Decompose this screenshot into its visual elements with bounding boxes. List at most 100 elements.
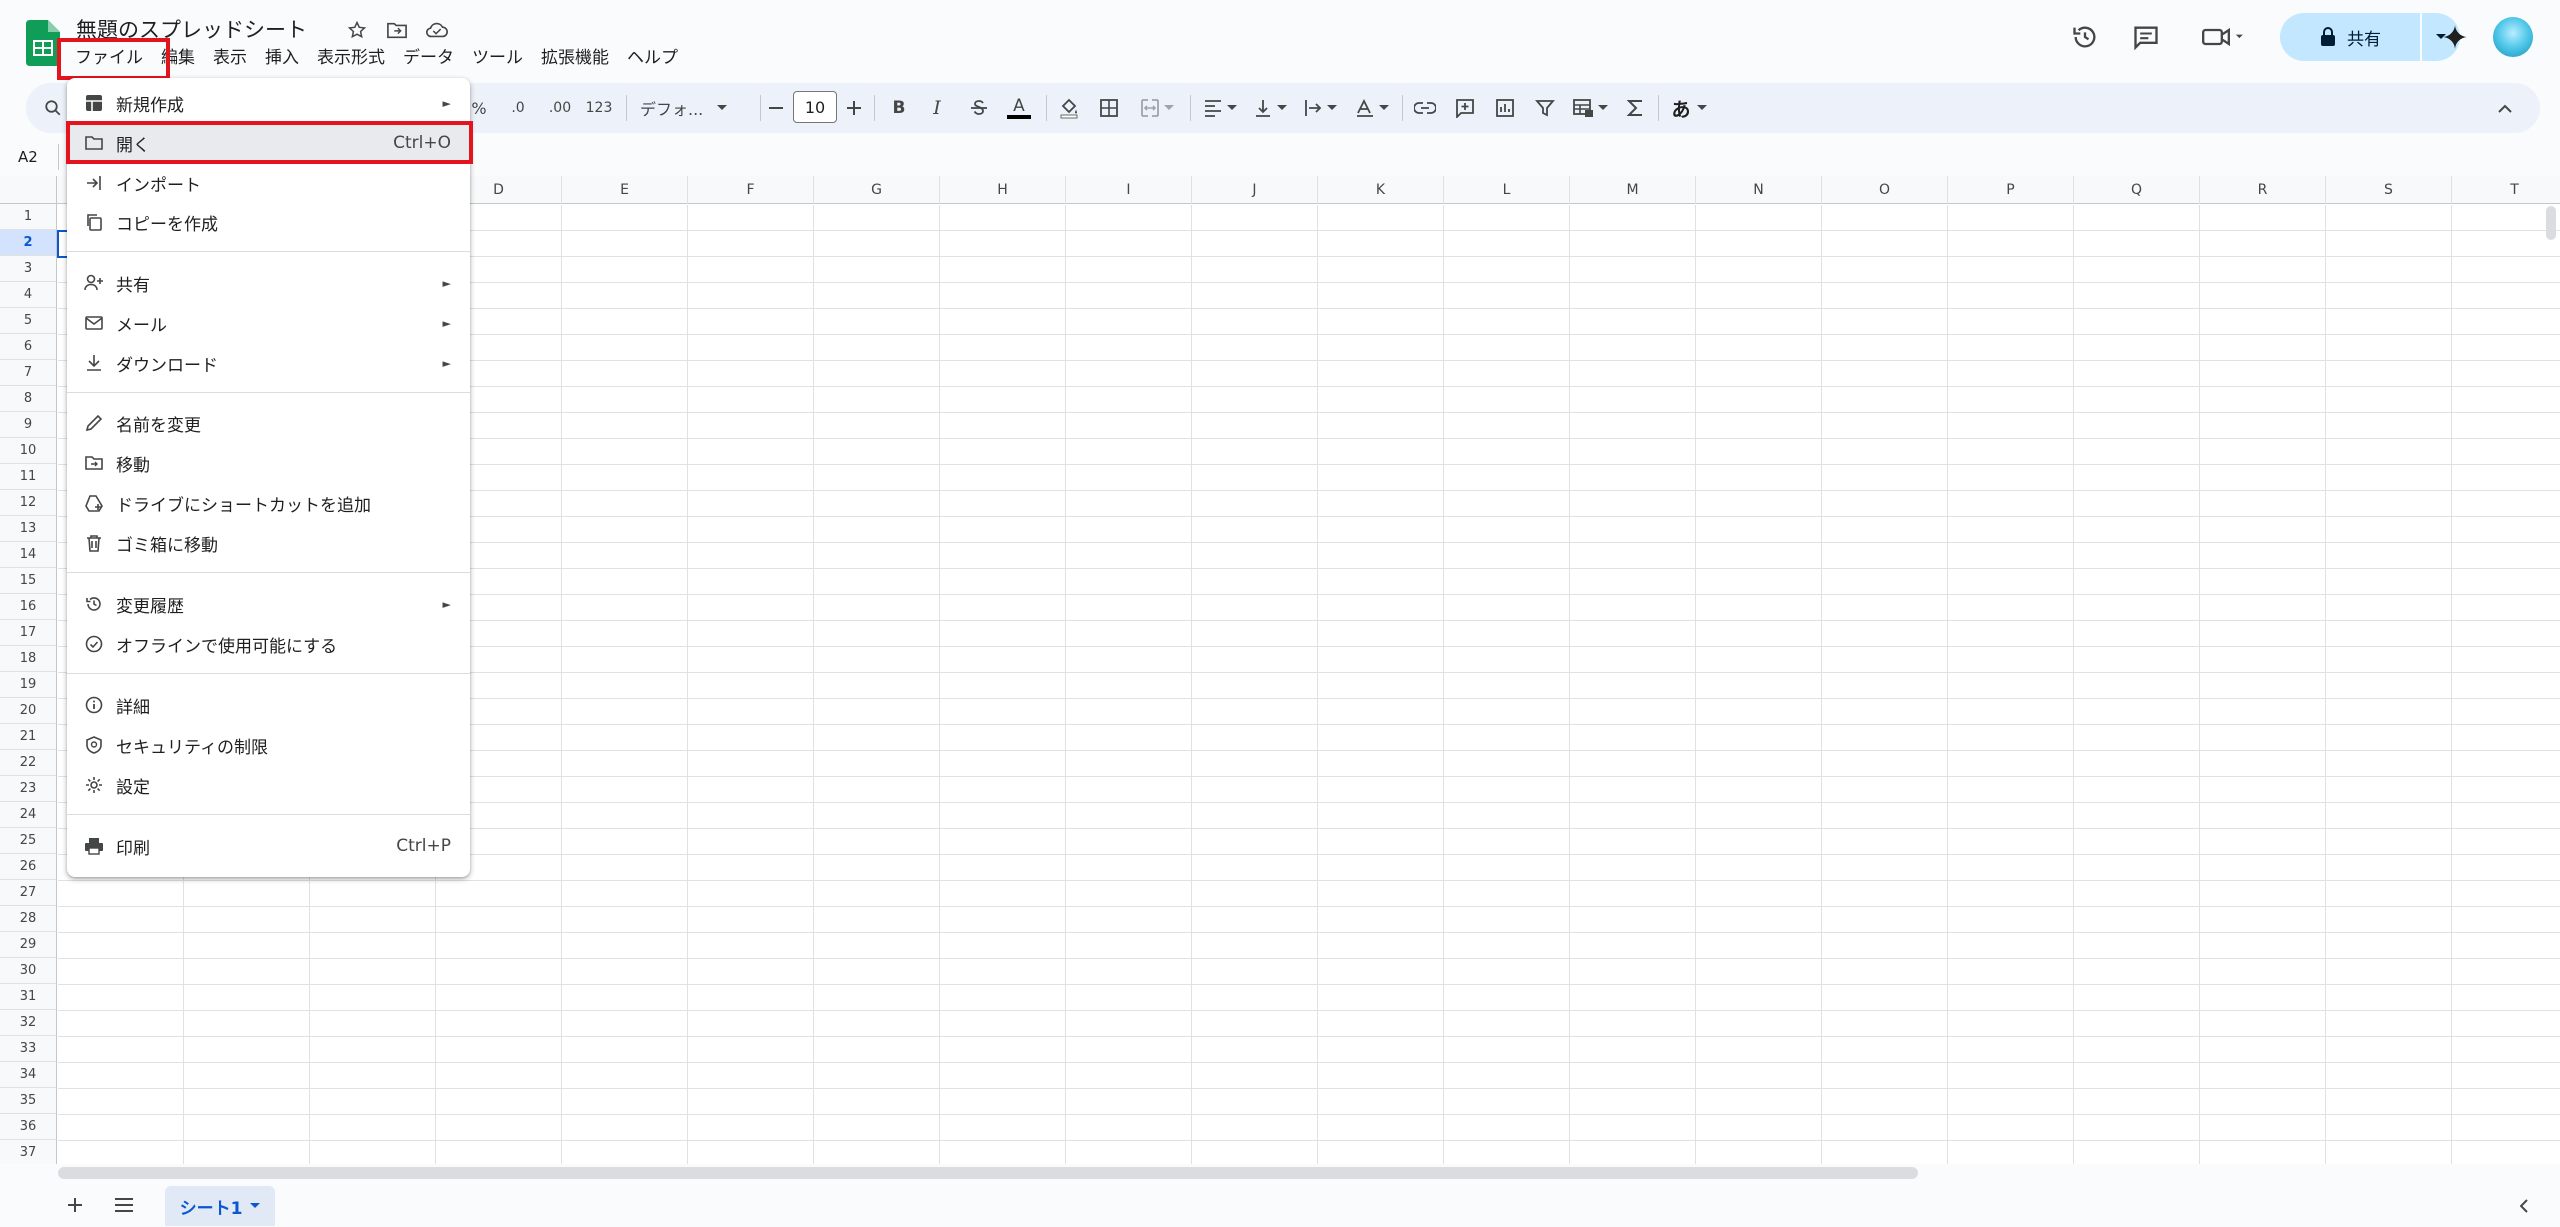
sheets-logo-icon[interactable] — [26, 20, 60, 66]
row-header[interactable]: 25 — [0, 828, 56, 854]
move-folder-icon[interactable] — [385, 18, 409, 42]
row-header[interactable]: 16 — [0, 594, 56, 620]
row-header[interactable]: 19 — [0, 672, 56, 698]
insert-link-icon[interactable] — [1412, 91, 1438, 125]
all-sheets-menu-icon[interactable] — [111, 1192, 137, 1218]
gemini-sparkle-icon[interactable] — [2433, 15, 2477, 59]
insert-comment-icon[interactable] — [1452, 91, 1478, 125]
font-family-select[interactable]: デフォ... — [640, 91, 752, 125]
column-header[interactable]: N — [1696, 176, 1822, 204]
merge-cells-icon[interactable] — [1134, 91, 1180, 125]
fill-color-icon[interactable] — [1056, 91, 1082, 125]
menu-item-offline[interactable]: オフラインで使用可能にする — [67, 625, 470, 663]
menu-item-trash[interactable]: ゴミ箱に移動 — [67, 524, 470, 562]
menu-item-details[interactable]: 詳細 — [67, 686, 470, 724]
font-size-input[interactable]: 10 — [793, 91, 837, 123]
menu-help[interactable]: ヘルプ — [618, 46, 687, 70]
vertical-scrollbar[interactable] — [2546, 206, 2556, 240]
share-button[interactable]: 共有 — [2280, 13, 2420, 61]
row-header[interactable]: 4 — [0, 282, 56, 308]
vertical-align-icon[interactable] — [1250, 91, 1290, 125]
user-avatar[interactable] — [2493, 17, 2533, 57]
menu-format[interactable]: 表示形式 — [308, 46, 394, 70]
column-header[interactable]: E — [562, 176, 688, 204]
horizontal-align-icon[interactable] — [1200, 91, 1240, 125]
row-header[interactable]: 22 — [0, 750, 56, 776]
column-header[interactable]: P — [1948, 176, 2074, 204]
text-wrapping-icon[interactable] — [1300, 91, 1340, 125]
row-header[interactable]: 12 — [0, 490, 56, 516]
row-header[interactable]: 1 — [0, 204, 56, 230]
explore-chevron-left-icon[interactable] — [2514, 1196, 2534, 1216]
row-header[interactable]: 21 — [0, 724, 56, 750]
increase-font-size-icon[interactable] — [842, 91, 866, 125]
row-header[interactable]: 10 — [0, 438, 56, 464]
menu-item-rename[interactable]: 名前を変更 — [67, 404, 470, 442]
column-header[interactable]: K — [1318, 176, 1444, 204]
menu-item-new[interactable]: 新規作成 ► — [67, 84, 470, 122]
row-header[interactable]: 28 — [0, 906, 56, 932]
menu-data[interactable]: データ — [394, 46, 463, 70]
row-header[interactable]: 26 — [0, 854, 56, 880]
column-header[interactable]: H — [940, 176, 1066, 204]
add-sheet-icon[interactable] — [62, 1192, 88, 1218]
menu-insert[interactable]: 挿入 — [256, 46, 308, 70]
menu-item-settings[interactable]: 設定 — [67, 766, 470, 804]
row-header[interactable]: 18 — [0, 646, 56, 672]
version-history-icon[interactable] — [2063, 15, 2107, 59]
row-header[interactable]: 27 — [0, 880, 56, 906]
select-all-corner[interactable] — [0, 176, 57, 204]
menu-item-share[interactable]: 共有 ► — [67, 264, 470, 302]
row-header[interactable]: 7 — [0, 360, 56, 386]
row-header[interactable]: 29 — [0, 932, 56, 958]
column-header[interactable]: Q — [2074, 176, 2200, 204]
star-icon[interactable] — [345, 18, 369, 42]
input-tools-button[interactable]: あ — [1668, 91, 1710, 125]
row-header[interactable]: 36 — [0, 1114, 56, 1140]
row-header[interactable]: 9 — [0, 412, 56, 438]
menu-item-add-shortcut[interactable]: ドライブにショートカットを追加 — [67, 484, 470, 522]
row-header[interactable]: 2 — [0, 230, 56, 256]
row-header[interactable]: 14 — [0, 542, 56, 568]
decrease-font-size-icon[interactable] — [764, 91, 788, 125]
meet-video-icon[interactable] — [2193, 15, 2253, 59]
borders-icon[interactable] — [1096, 91, 1122, 125]
increase-decimal-button[interactable]: .00 — [544, 91, 576, 125]
column-header[interactable]: T — [2452, 176, 2560, 204]
strikethrough-icon[interactable] — [966, 91, 992, 125]
menu-tools[interactable]: ツール — [463, 46, 532, 70]
column-header[interactable]: S — [2326, 176, 2452, 204]
menu-item-download[interactable]: ダウンロード ► — [67, 344, 470, 382]
italic-button[interactable]: I — [924, 91, 950, 125]
row-header[interactable]: 6 — [0, 334, 56, 360]
menu-item-email[interactable]: メール ► — [67, 304, 470, 342]
bold-button[interactable]: B — [886, 91, 912, 125]
text-color-button[interactable]: A — [1004, 91, 1034, 125]
row-header[interactable]: 35 — [0, 1088, 56, 1114]
table-views-icon[interactable] — [1568, 91, 1612, 125]
row-header[interactable]: 11 — [0, 464, 56, 490]
decrease-decimal-button[interactable]: .0 — [503, 91, 533, 125]
cloud-status-icon[interactable] — [425, 18, 449, 42]
sheet-tab-active[interactable]: シート1 — [165, 1186, 275, 1226]
row-header[interactable]: 17 — [0, 620, 56, 646]
menu-item-print[interactable]: 印刷 Ctrl+P — [67, 827, 470, 865]
menu-item-move[interactable]: 移動 — [67, 444, 470, 482]
row-header[interactable]: 3 — [0, 256, 56, 282]
column-header[interactable]: I — [1066, 176, 1192, 204]
number-format-button[interactable]: 123 — [582, 91, 616, 125]
filter-icon[interactable] — [1532, 91, 1558, 125]
comments-icon[interactable] — [2124, 15, 2168, 59]
search-menus-icon[interactable] — [40, 91, 66, 125]
column-header[interactable]: J — [1192, 176, 1318, 204]
row-header[interactable]: 5 — [0, 308, 56, 334]
column-header[interactable]: F — [688, 176, 814, 204]
row-header[interactable]: 37 — [0, 1140, 56, 1164]
name-box[interactable]: A2 — [18, 148, 38, 166]
menu-item-security[interactable]: セキュリティの制限 — [67, 726, 470, 764]
column-header[interactable]: O — [1822, 176, 1948, 204]
row-header[interactable]: 24 — [0, 802, 56, 828]
row-header[interactable]: 34 — [0, 1062, 56, 1088]
column-header[interactable]: M — [1570, 176, 1696, 204]
row-header[interactable]: 23 — [0, 776, 56, 802]
